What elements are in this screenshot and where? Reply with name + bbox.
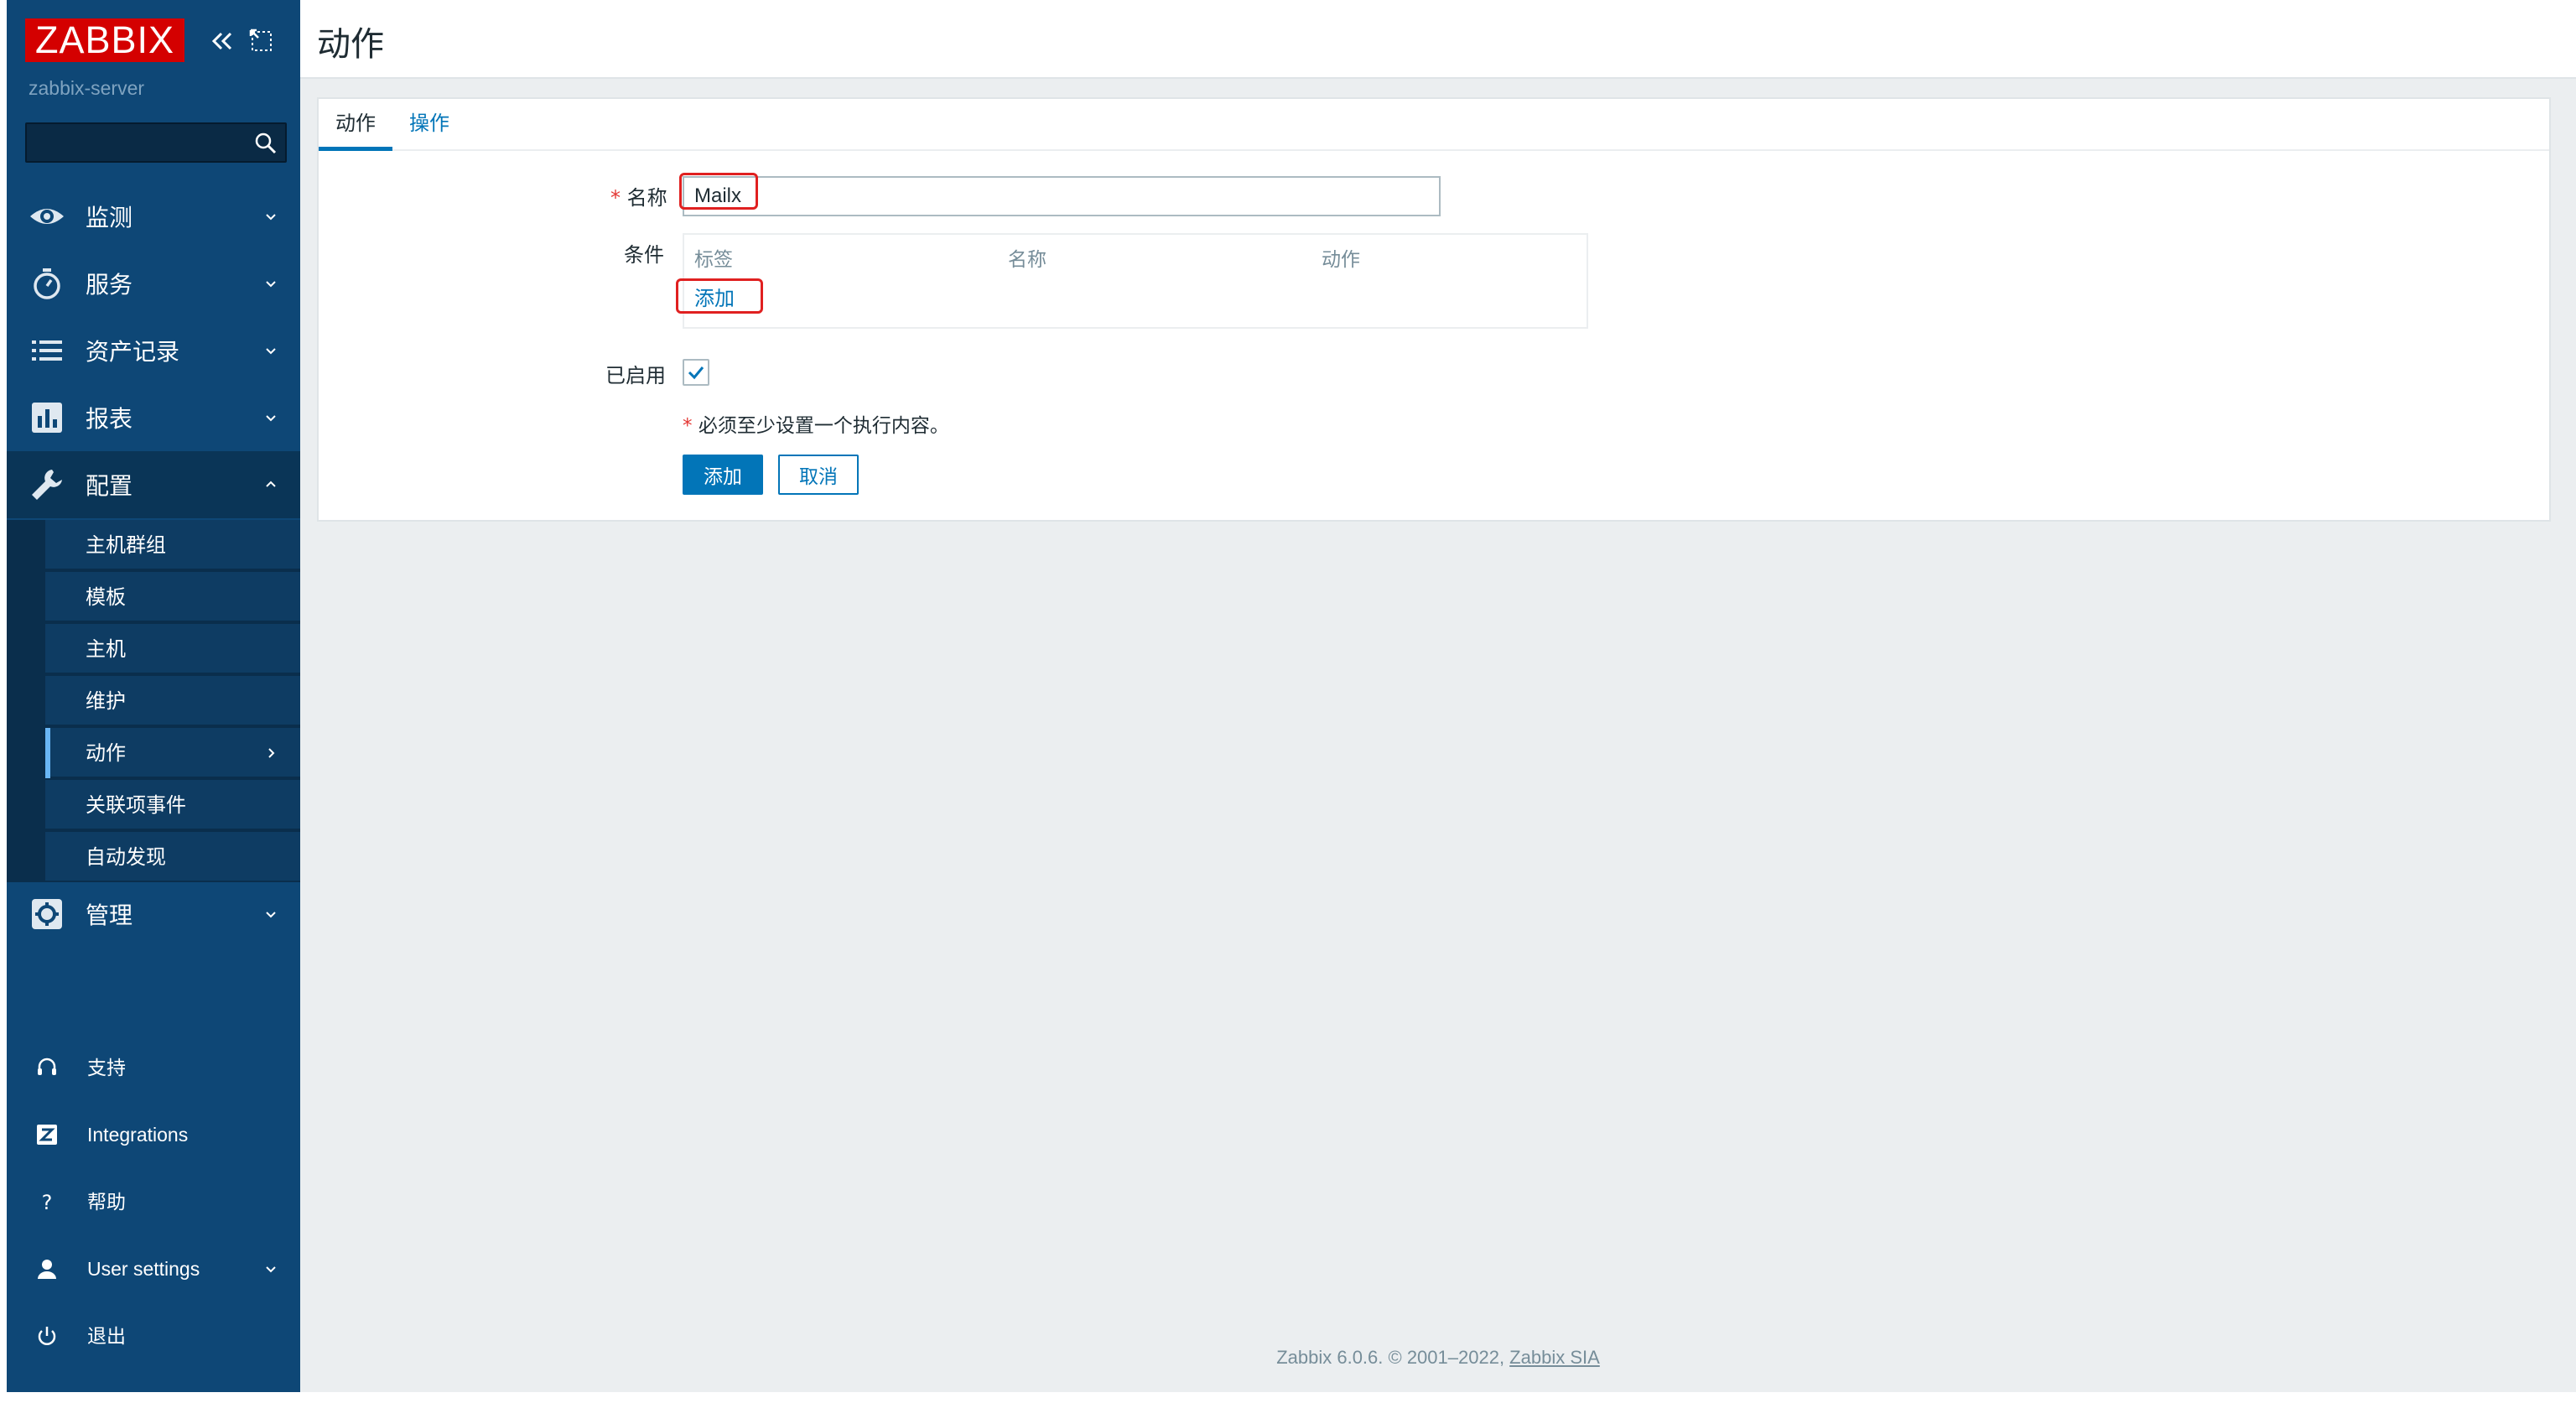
page-title: 动作 [317,25,384,64]
user-settings-label: User settings [87,1258,200,1280]
integrations-icon [37,1125,57,1145]
support-label: 支持 [87,1057,126,1078]
power-icon [38,1327,56,1345]
cancel-button[interactable]: 取消 [778,455,859,495]
submenu-label: 动作 [86,741,126,765]
column-header-action: 动作 [1322,249,1360,271]
stopwatch-icon [34,268,60,299]
submenu-label: 模板 [86,585,126,609]
user-icon [38,1260,56,1279]
menu-reports[interactable]: 报表 [7,384,300,451]
help-icon: ? [42,1191,53,1213]
eye-icon [30,209,64,224]
sidebar: ZABBIX zabbix-server 监测 服务 资产记录 报表 配置 主机… [7,0,300,1392]
add-button[interactable]: 添加 [683,455,763,495]
integrations-link[interactable]: Integrations [7,1105,300,1164]
required-mark: * [683,415,693,437]
menu-label: 配置 [86,472,133,500]
submenu-label: 关联项事件 [86,793,186,817]
conditions-label: 条件 [624,243,664,267]
submenu-actions[interactable]: 动作 [45,728,300,778]
name-input[interactable] [683,176,1441,216]
chevron-right-icon [268,748,275,758]
help-link[interactable]: ? 帮助 [7,1172,300,1231]
tab-operations[interactable]: 操作 [409,99,449,151]
chevron-down-icon [266,415,276,422]
name-label-text: 名称 [626,186,667,210]
menu-label: 服务 [86,271,133,299]
name-label: * 名称 [610,181,667,210]
sign-out-label: 退出 [87,1325,126,1347]
menu-label: 报表 [86,405,133,433]
kiosk-mode-icon[interactable] [247,27,274,54]
submenu-discovery[interactable]: 自动发现 [45,832,300,882]
action-form-panel: 动作 操作 * 名称 条件 标签 名称 动作 添加 已启用 * 必须至少设置一个… [317,97,2551,522]
checkmark-icon [688,366,704,380]
chevron-up-icon [266,481,276,487]
help-label: 帮助 [87,1191,126,1213]
column-header-name: 名称 [1008,249,1046,271]
required-mark: * [610,186,621,210]
gear-icon [32,899,62,929]
submenu-label: 主机群组 [86,533,166,557]
list-icon [32,340,62,361]
footer-link[interactable]: Zabbix SIA [1509,1347,1600,1368]
bar-chart-icon [32,403,62,433]
add-condition-link[interactable]: 添加 [694,282,735,311]
submenu-label: 维护 [86,689,126,713]
submenu-label: 自动发现 [86,845,166,869]
menu-label: 管理 [86,902,133,929]
chevron-down-icon [266,348,276,355]
chevron-down-icon [266,281,276,288]
submenu-hosts[interactable]: 主机 [45,624,300,674]
menu-services[interactable]: 服务 [7,250,300,317]
wrench-icon [32,470,62,500]
svg-text:?: ? [42,1191,53,1213]
sign-out-link[interactable]: 退出 [7,1307,300,1365]
user-settings-link[interactable]: User settings [7,1239,300,1298]
search-input[interactable] [27,124,245,161]
submenu-host-groups[interactable]: 主机群组 [45,520,300,570]
enabled-checkbox[interactable] [683,359,709,386]
column-header-tag: 标签 [694,249,733,271]
submenu-event-correlation[interactable]: 关联项事件 [45,780,300,830]
menu-configuration[interactable]: 配置 [7,451,300,518]
required-note: * 必须至少设置一个执行内容。 [683,409,949,438]
configuration-submenu: 主机群组 模板 主机 维护 动作 关联项事件 自动发现 [7,520,300,882]
menu-inventory[interactable]: 资产记录 [7,317,300,384]
menu-label: 监测 [86,204,133,231]
menu-administration[interactable]: 管理 [7,881,300,948]
zabbix-logo[interactable]: ZABBIX [25,18,184,62]
tab-bar: 动作 操作 [319,99,2549,151]
collapse-sidebar-icon[interactable] [208,27,236,55]
tab-action[interactable]: 动作 [319,99,392,151]
required-note-text: 必须至少设置一个执行内容。 [698,415,949,437]
search-box [25,122,287,163]
integrations-label: Integrations [87,1124,189,1146]
menu-label: 资产记录 [86,338,180,366]
conditions-table: 标签 名称 动作 添加 [683,233,1588,329]
submenu-templates[interactable]: 模板 [45,572,300,622]
footer: Zabbix 6.0.6. © 2001–2022, Zabbix SIA [300,1347,2576,1369]
chevron-down-icon [266,1266,276,1273]
page-header: 动作 [300,0,2576,79]
menu-monitoring[interactable]: 监测 [7,183,300,250]
support-link[interactable]: 支持 [7,1038,300,1097]
chevron-down-icon [266,912,276,918]
submenu-label: 主机 [86,637,126,661]
search-icon[interactable] [253,131,278,156]
footer-text: Zabbix 6.0.6. © 2001–2022, [1276,1347,1510,1368]
server-name: zabbix-server [29,77,145,99]
submenu-maintenance[interactable]: 维护 [45,676,300,726]
headset-icon [38,1057,56,1075]
chevron-down-icon [266,214,276,221]
enabled-label: 已启用 [605,364,666,387]
